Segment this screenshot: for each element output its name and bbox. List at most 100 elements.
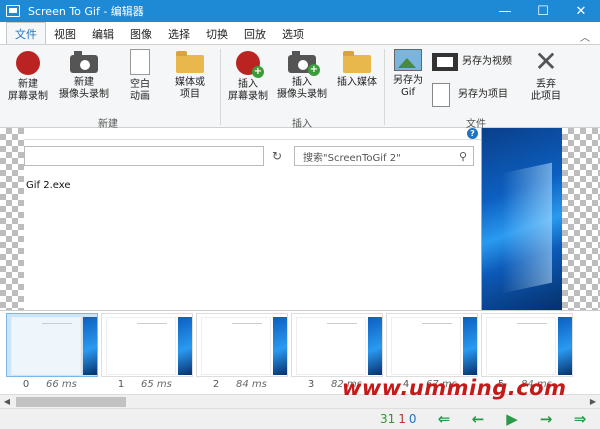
save-as-video-button[interactable]: 另存为视频 (432, 53, 522, 71)
tab-image[interactable]: 图像 (122, 24, 160, 44)
new-webcam-recording-label: 新建 摄像头录制 (59, 77, 109, 100)
scroll-left-icon[interactable]: ◀ (0, 395, 14, 409)
transparency-background (0, 128, 24, 310)
frame-thumbnail-wallpaper (463, 317, 477, 375)
insert-webcam-recording-label: 插入 摄像头录制 (277, 77, 327, 100)
frame-thumbnail[interactable] (386, 313, 478, 377)
transparency-background (562, 128, 600, 310)
tab-playback[interactable]: 回放 (236, 24, 274, 44)
status-bar: 31 1 0 ⇐ ← ▶ → ⇒ (0, 408, 600, 429)
frame-label: 0 66 ms (6, 379, 98, 390)
save-as-gif-label: 另存为 Gif (393, 75, 423, 98)
frame-duration: 84 ms (236, 379, 267, 390)
frame-thumbnail-image (296, 317, 366, 375)
new-screen-recording-button[interactable]: 新建 屏幕录制 (4, 49, 52, 103)
title-bar: Screen To Gif - 编辑器 — ☐ ✕ (0, 0, 600, 22)
selected-frames-count: 1 (398, 412, 406, 426)
refresh-icon: ↻ (271, 149, 283, 163)
blank-animation-button[interactable]: 空白 动画 (120, 49, 160, 103)
frame-thumbnail[interactable] (291, 313, 383, 377)
camera-add-icon: + (288, 51, 320, 76)
frame-thumbnail-wallpaper (83, 317, 97, 375)
help-icon: ? (467, 128, 478, 139)
captured-search-field: 搜索"ScreenToGif 2" ⚲ (294, 146, 474, 166)
save-as-project-label: 另存为项目 (458, 89, 508, 100)
previous-frame-button[interactable]: ← (466, 410, 490, 428)
app-icon (6, 5, 20, 17)
frame-thumbnail-image (11, 317, 81, 375)
save-as-gif-button[interactable]: 另存为 Gif (388, 49, 428, 99)
tab-options[interactable]: 选项 (274, 24, 312, 44)
save-as-video-label: 另存为视频 (462, 56, 512, 67)
record-add-icon: + (236, 51, 264, 78)
new-screen-recording-label: 新建 屏幕录制 (8, 79, 48, 102)
minimize-button[interactable]: — (486, 0, 524, 22)
tab-edit[interactable]: 编辑 (84, 24, 122, 44)
discard-project-label: 丢弃 此项目 (531, 79, 561, 102)
frame-thumbnail-image (106, 317, 176, 375)
insert-media-button[interactable]: 插入媒体 (332, 49, 382, 89)
save-as-project-button[interactable]: 另存为项目 (432, 83, 522, 107)
insert-media-label: 插入媒体 (337, 77, 377, 88)
frame-thumbnail[interactable] (481, 313, 573, 377)
frame-thumbnail-wallpaper (558, 317, 572, 375)
captured-search-text: 搜索"ScreenToGif 2" (303, 152, 401, 164)
frame-preview: ? ↻ 搜索"ScreenToGif 2" ⚲ Gif 2.exe (0, 128, 600, 310)
search-icon: ⚲ (458, 150, 467, 163)
play-button[interactable]: ▶ (500, 410, 524, 428)
scrollbar-thumb[interactable] (16, 397, 126, 407)
scroll-right-icon[interactable]: ▶ (586, 395, 600, 409)
frame-thumbnail-image (486, 317, 556, 375)
group-divider (384, 49, 385, 125)
insert-screen-recording-button[interactable]: + 插入 屏幕录制 (222, 49, 274, 103)
site-watermark: www.umming.com (342, 376, 567, 400)
captured-path-field (24, 146, 264, 166)
tab-file[interactable]: 文件 (6, 22, 46, 44)
media-or-project-label: 媒体或 项目 (175, 77, 205, 100)
captured-address-bar: ? (24, 128, 481, 140)
close-button[interactable]: ✕ (562, 0, 600, 22)
camera-icon (70, 51, 98, 73)
insert-screen-recording-label: 插入 屏幕录制 (228, 79, 268, 102)
frame-thumbnail-wallpaper (368, 317, 382, 375)
frame-thumbnail-wallpaper (178, 317, 192, 375)
blank-animation-label: 空白 动画 (130, 79, 150, 102)
first-frame-button[interactable]: ⇐ (432, 410, 456, 428)
captured-filename: Gif 2.exe (26, 180, 71, 191)
ribbon: 新建 屏幕录制 新建 摄像头录制 空白 动画 媒体或 项目 新建 + 插入 屏幕… (0, 44, 600, 130)
discard-icon: ✕ (534, 45, 558, 78)
window-title: Screen To Gif - 编辑器 (28, 5, 144, 18)
frame-index: 2 (212, 379, 220, 390)
frame-label: 1 65 ms (101, 379, 193, 390)
frame-index: 3 (307, 379, 315, 390)
frame-index: 0 (22, 379, 30, 390)
folder-icon (176, 51, 204, 73)
frame-label: 2 84 ms (196, 379, 288, 390)
tab-view[interactable]: 视图 (46, 24, 84, 44)
ribbon-tabs: 文件 视图 编辑 图像 选择 切换 回放 选项 ︿ (0, 22, 600, 44)
discard-project-button[interactable]: ✕ 丢弃 此项目 (524, 45, 568, 103)
frame-thumbnail-image (391, 317, 461, 375)
insert-webcam-recording-button[interactable]: + 插入 摄像头录制 (272, 49, 332, 101)
folder-icon (343, 51, 371, 73)
film-icon (432, 53, 458, 71)
new-webcam-recording-button[interactable]: 新建 摄像头录制 (52, 49, 116, 101)
collapse-ribbon-icon[interactable]: ︿ (580, 29, 590, 44)
blank-page-icon (130, 49, 150, 75)
captured-desktop-wallpaper (482, 128, 562, 310)
frame-counter: 31 1 0 (380, 412, 417, 426)
document-icon (432, 83, 450, 107)
group-divider (220, 49, 221, 125)
tab-select[interactable]: 选择 (160, 24, 198, 44)
next-frame-button[interactable]: → (534, 410, 558, 428)
frame-thumbnail[interactable] (196, 313, 288, 377)
frame-index: 1 (117, 379, 125, 390)
frame-thumbnail[interactable] (101, 313, 193, 377)
media-or-project-button[interactable]: 媒体或 项目 (166, 49, 214, 101)
maximize-button[interactable]: ☐ (524, 0, 562, 22)
tab-transitions[interactable]: 切换 (198, 24, 236, 44)
frame-thumbnail[interactable] (6, 313, 98, 377)
last-frame-button[interactable]: ⇒ (568, 410, 592, 428)
captured-frame: ? ↻ 搜索"ScreenToGif 2" ⚲ Gif 2.exe (24, 128, 482, 310)
frame-duration: 66 ms (46, 379, 77, 390)
